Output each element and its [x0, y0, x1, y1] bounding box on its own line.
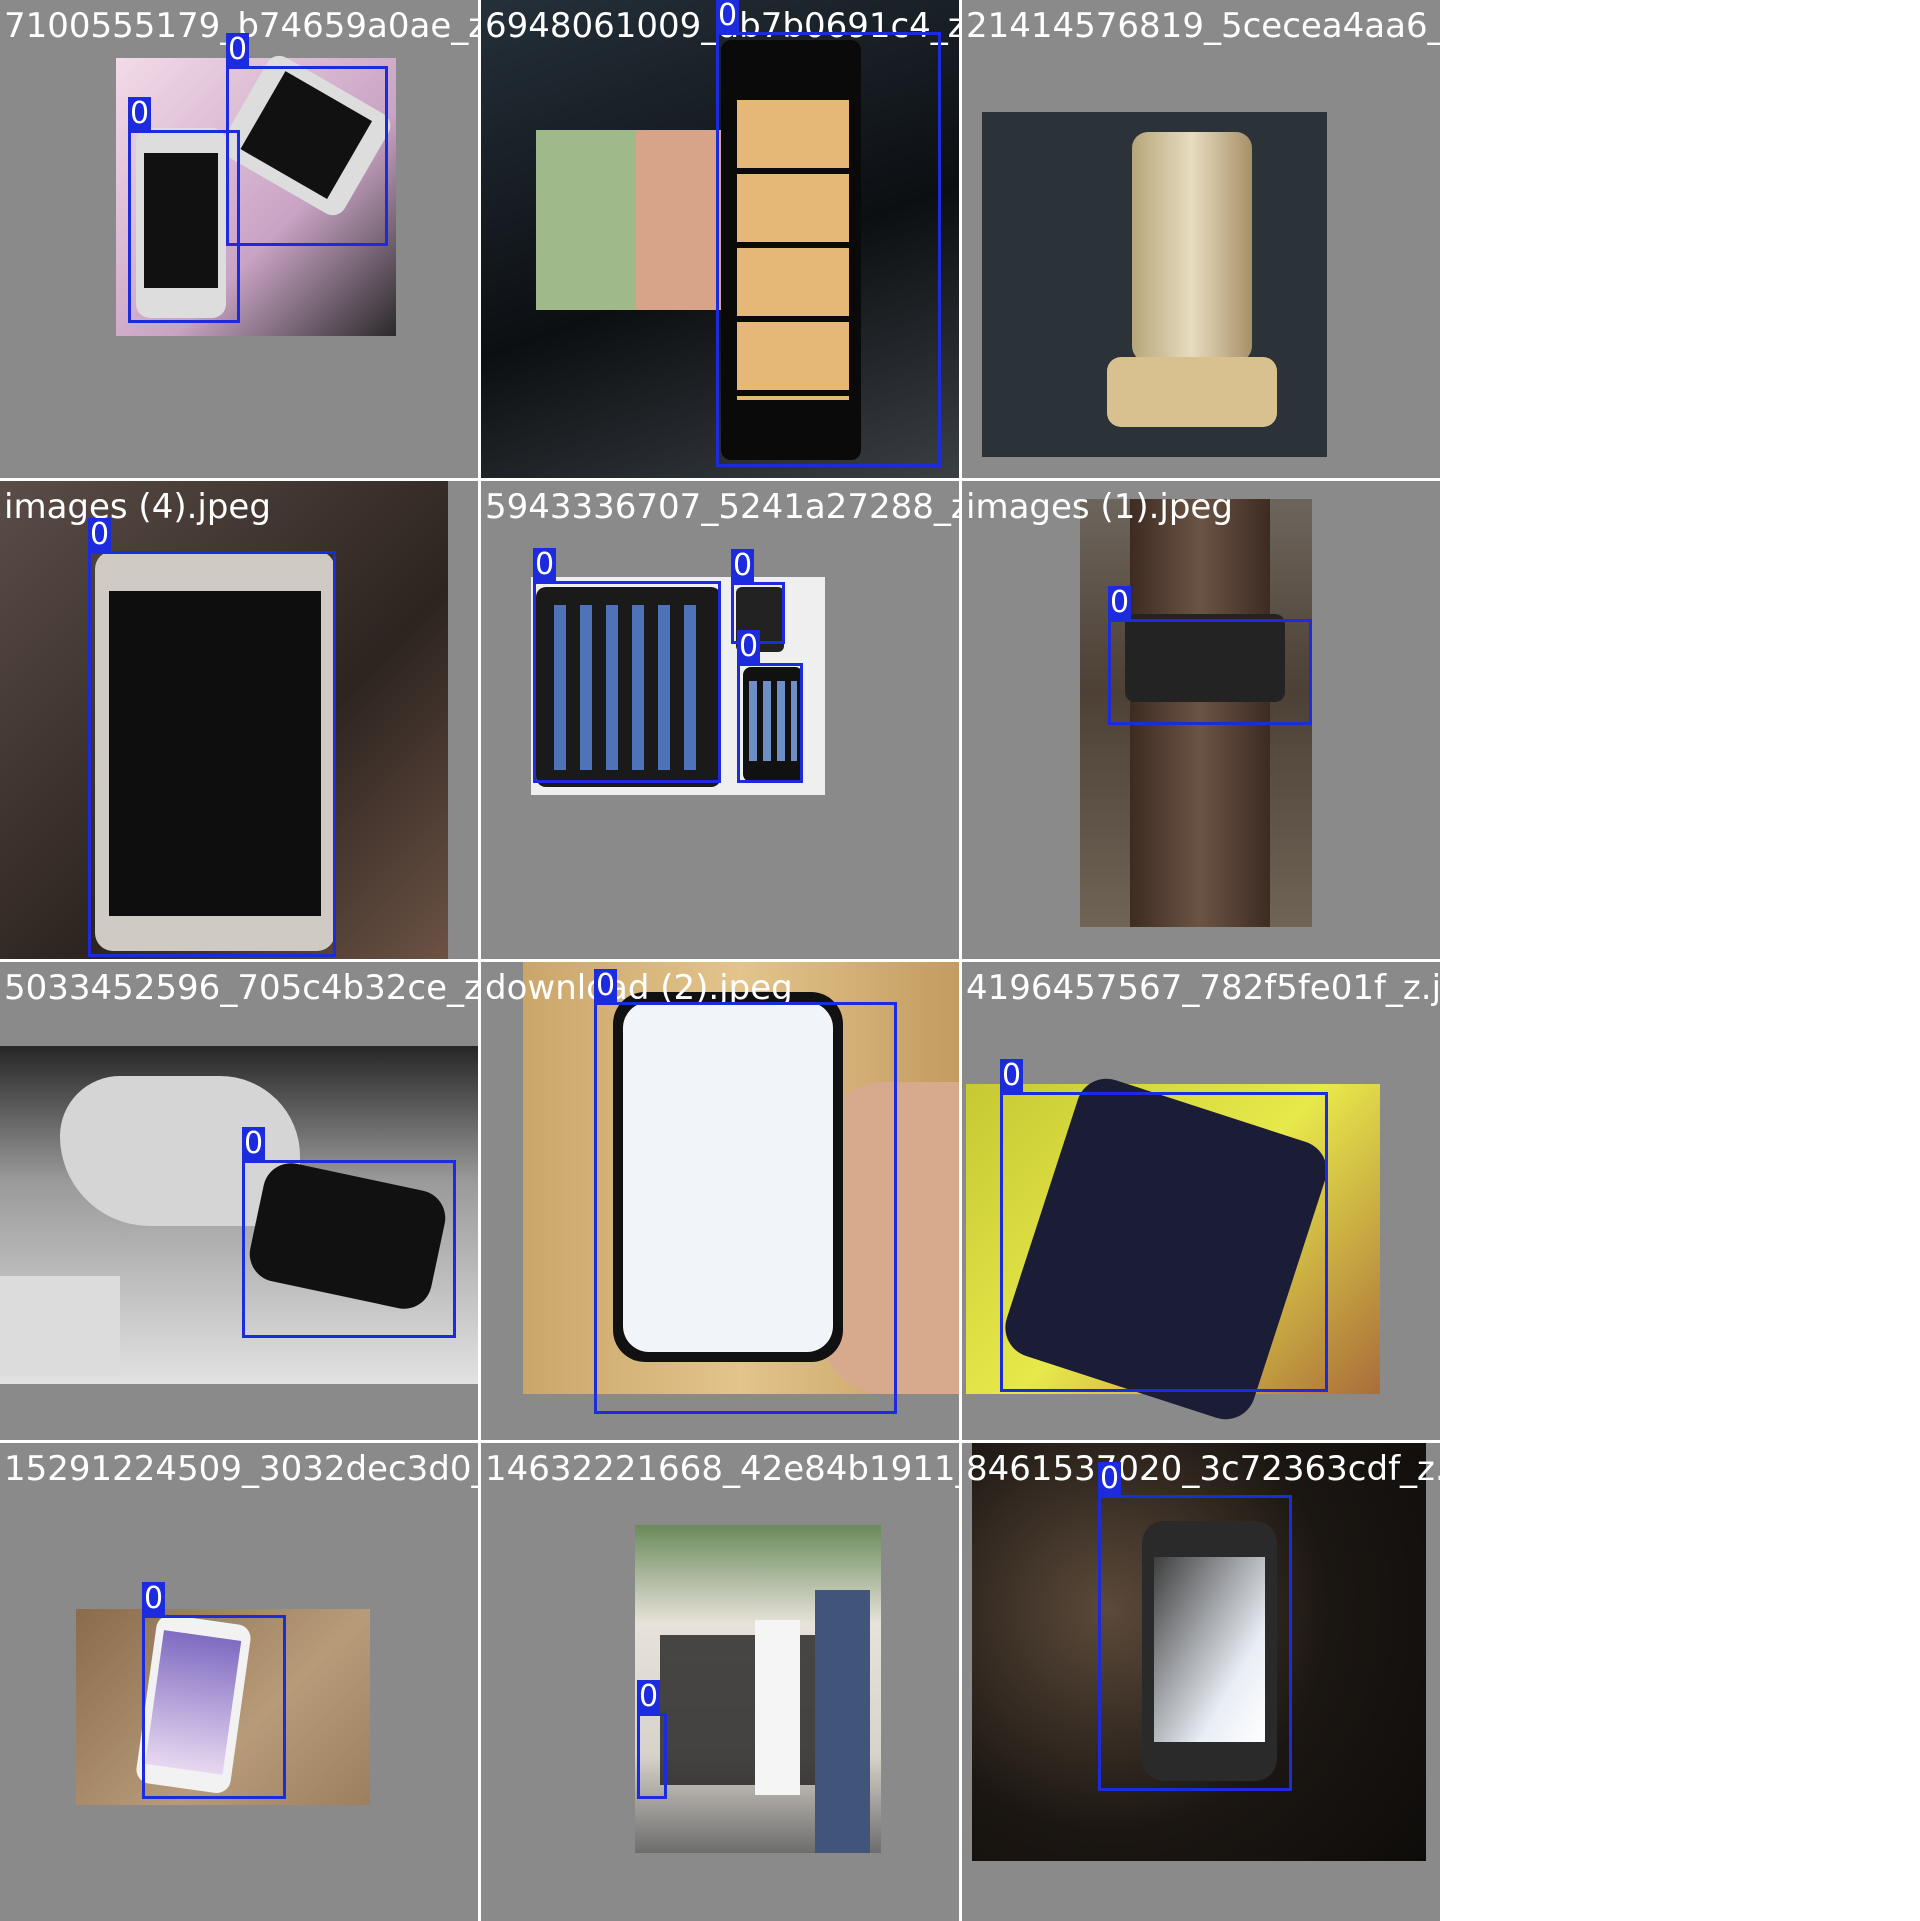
image-filename: 15291224509_3032dec3d0_z.jpg [4, 1449, 478, 1489]
mosaic-tile: 5033452596_705c4b32ce_z.jpg 0 [0, 962, 478, 1440]
detection-box: 0 [716, 0, 941, 467]
mosaic-tile: 6948061009_ab7b0691c4_z.jpg 0 [481, 0, 959, 478]
mosaic-tile: 7100555179_b74659a0ae_z.jpg 0 0 [0, 0, 478, 478]
mosaic-tile: 5943336707_5241a27288_z.jpg 0 0 0 [481, 481, 959, 959]
detection-box: 0 [1098, 1462, 1292, 1791]
class-label: 0 [737, 629, 761, 664]
class-label: 0 [226, 32, 250, 67]
detection-box: 0 [1000, 1059, 1328, 1392]
detection-box: 0 [88, 518, 336, 957]
image-filename: 5033452596_705c4b32ce_z.jpg [4, 968, 478, 1008]
class-label: 0 [242, 1126, 266, 1161]
detection-box: 0 [128, 97, 240, 323]
mosaic-tile: 4196457567_782f5fe01f_z.jpg 0 [962, 962, 1440, 1440]
mosaic-tile: 15291224509_3032dec3d0_z.jpg 0 [0, 1443, 478, 1921]
mosaic-tile: images (1).jpeg 0 [962, 481, 1440, 959]
image-filename: 21414576819_5cecea4aa6_z.jpg [966, 6, 1440, 46]
detection-box: 0 [226, 33, 388, 246]
class-label: 0 [128, 96, 152, 131]
image-filename: 5943336707_5241a27288_z.jpg [485, 487, 959, 527]
image-filename: 8461537020_3c72363cdf_z.jpg [966, 1449, 1440, 1489]
detection-box: 0 [533, 548, 721, 783]
mosaic-tile: 14632221668_42e84b1911_z.jpg 0 [481, 1443, 959, 1921]
class-label: 0 [594, 968, 618, 1003]
mosaic-tile: download (2).jpeg 0 [481, 962, 959, 1440]
detection-box: 0 [637, 1680, 667, 1799]
class-label: 0 [533, 547, 557, 582]
photo [982, 112, 1327, 457]
class-label: 0 [716, 0, 740, 33]
mosaic-tile: 21414576819_5cecea4aa6_z.jpg [962, 0, 1440, 478]
class-label: 0 [637, 1679, 661, 1714]
image-filename: images (4).jpeg [4, 487, 271, 527]
class-label: 0 [1000, 1058, 1024, 1093]
detection-box: 0 [242, 1127, 456, 1338]
image-filename: 4196457567_782f5fe01f_z.jpg [966, 968, 1440, 1008]
class-label: 0 [1098, 1461, 1122, 1496]
class-label: 0 [142, 1581, 166, 1616]
class-label: 0 [731, 548, 755, 583]
detection-box: 0 [737, 630, 803, 783]
detection-box: 0 [142, 1582, 286, 1799]
image-filename: 14632221668_42e84b1911_z.jpg [485, 1449, 959, 1489]
detection-box: 0 [1108, 586, 1312, 725]
mosaic-tile: 8461537020_3c72363cdf_z.jpg 0 [962, 1443, 1440, 1921]
class-label: 0 [1108, 585, 1132, 620]
image-filename: images (1).jpeg [966, 487, 1233, 527]
photo [635, 1525, 881, 1853]
image-mosaic: 7100555179_b74659a0ae_z.jpg 0 0 69480610… [0, 0, 1440, 1921]
class-label: 0 [88, 517, 112, 552]
mosaic-tile: images (4).jpeg 0 [0, 481, 478, 959]
detection-box: 0 [594, 969, 897, 1414]
